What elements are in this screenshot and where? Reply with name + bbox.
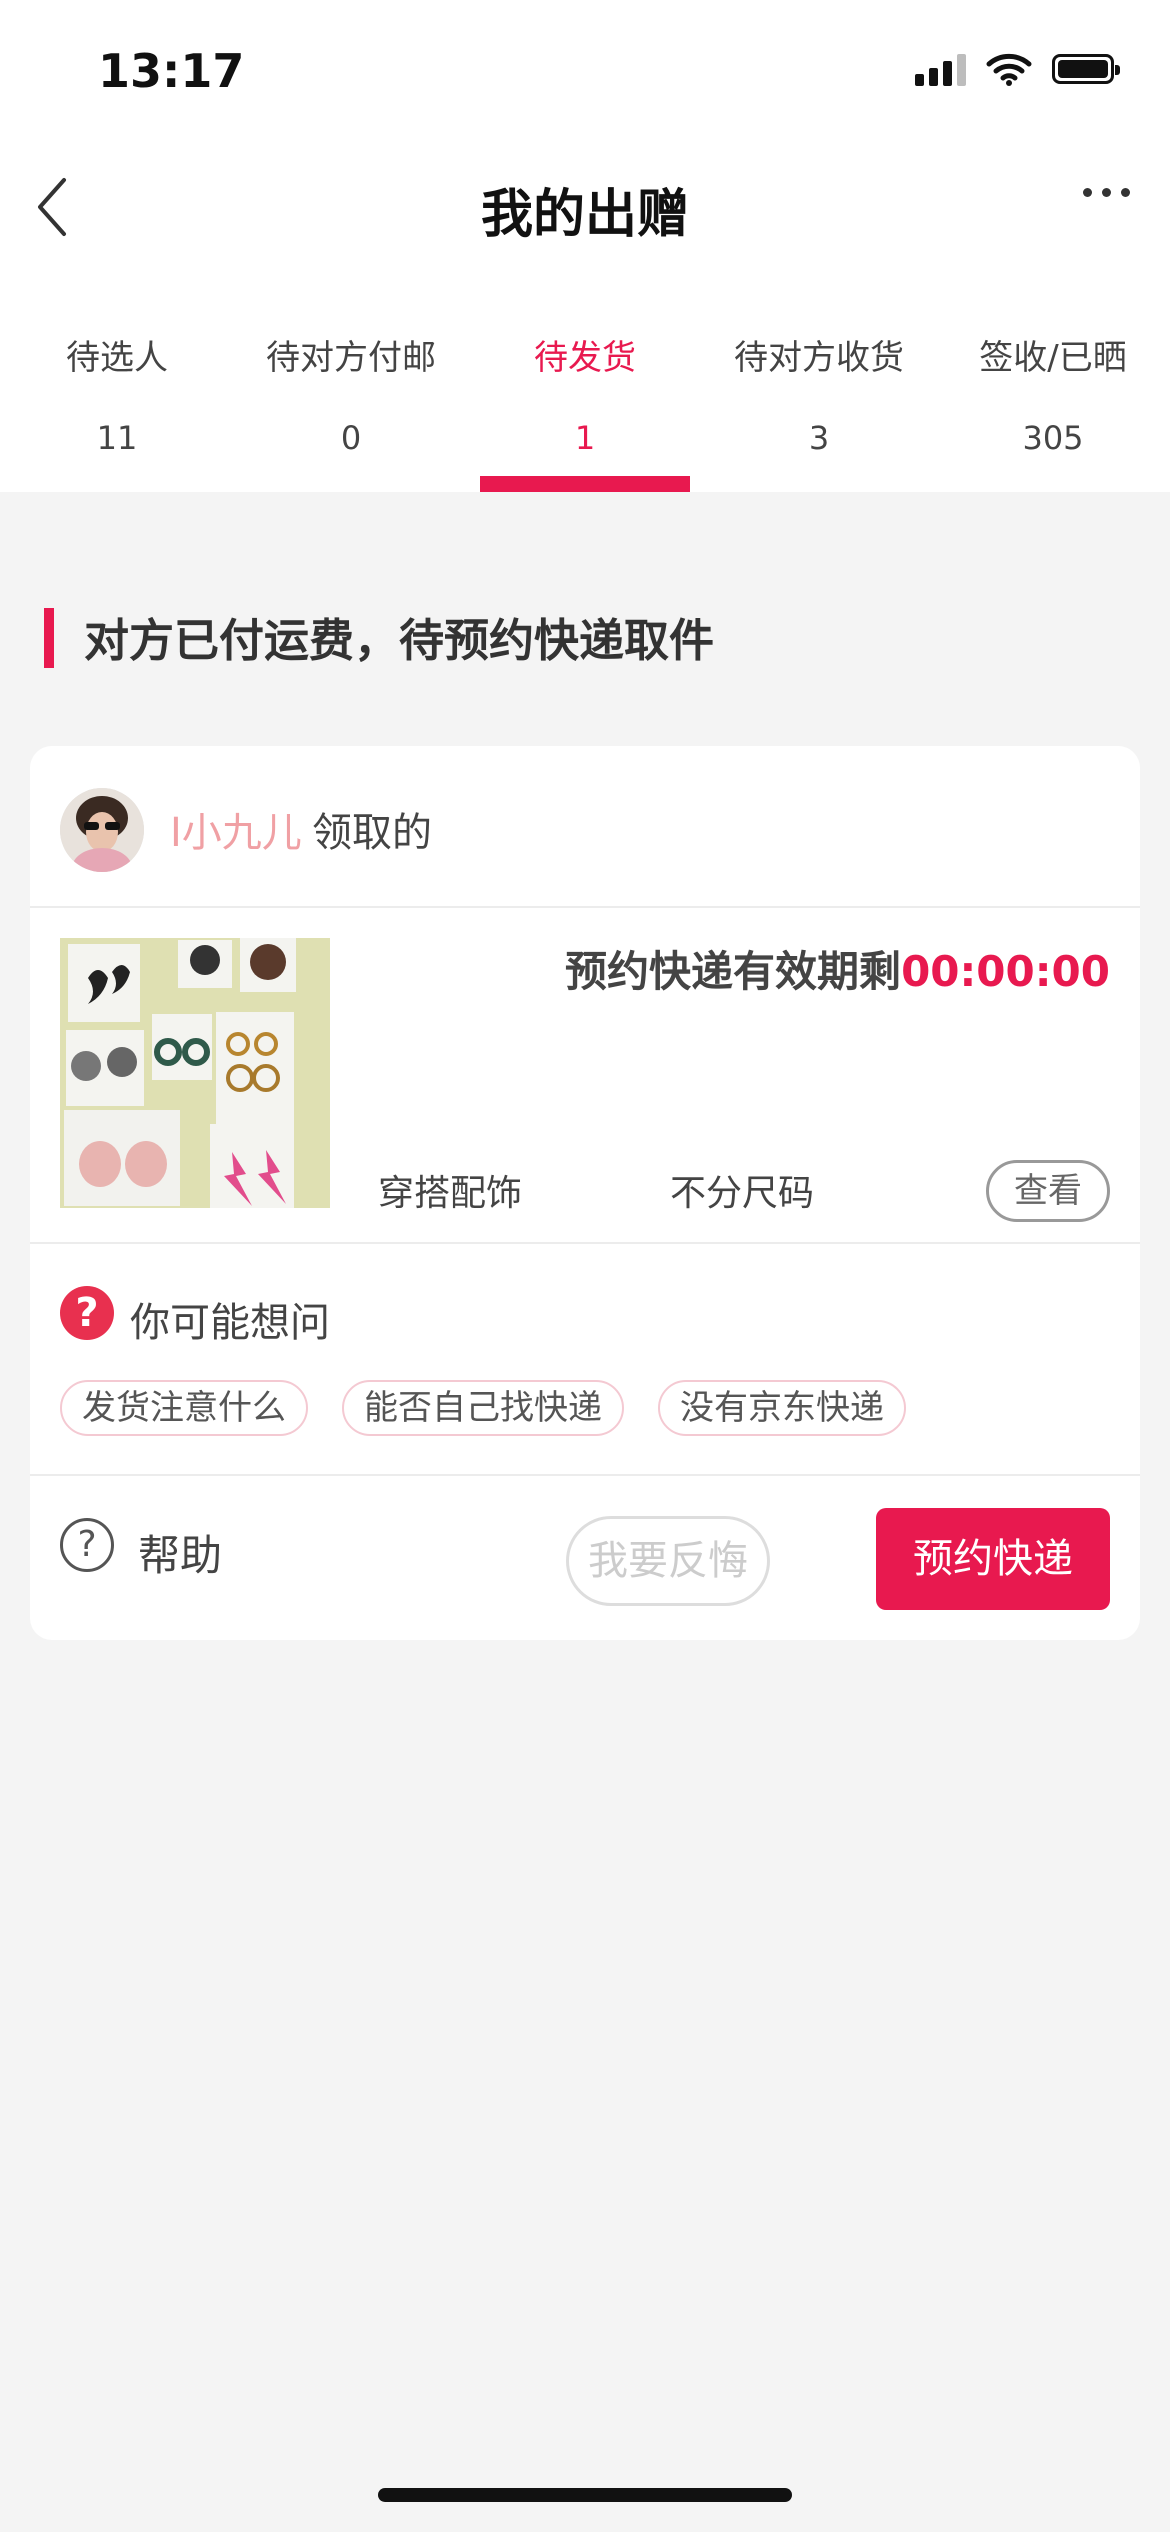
tab-label: 签收/已晒 <box>979 338 1127 378</box>
book-courier-button[interactable]: 预约快递 <box>876 1508 1110 1610</box>
faq-chips: 发货注意什么 能否自己找快递 没有京东快递 <box>60 1380 906 1436</box>
help-button[interactable]: 帮助 <box>138 1522 222 1583</box>
page-title: 我的出赠 <box>480 185 689 245</box>
section-title: 对方已付运费，待预约快递取件 <box>84 614 715 667</box>
order-card: I小九儿 领取的 预约快递有效期剩00:00:00 穿搭配饰 不分尺码 查看 ?… <box>30 746 1140 1640</box>
cellular-signal-icon <box>915 52 966 86</box>
battery-icon <box>1052 54 1120 84</box>
divider <box>30 1474 1140 1476</box>
home-indicator[interactable] <box>378 2488 792 2502</box>
item-size: 不分尺码 <box>670 1173 815 1214</box>
tab-pending-selection[interactable]: 待选人 11 <box>0 320 234 492</box>
faq-chip[interactable]: 发货注意什么 <box>60 1380 308 1436</box>
wifi-icon <box>986 53 1032 86</box>
item-thumbnail[interactable] <box>60 938 330 1208</box>
view-button[interactable]: 查看 <box>986 1160 1110 1222</box>
tab-count: 1 <box>574 419 596 457</box>
tab-label: 待发货 <box>534 338 636 378</box>
section-accent-bar <box>44 608 54 668</box>
tab-count: 305 <box>1022 419 1084 457</box>
more-options-icon[interactable] <box>1083 188 1130 197</box>
pickup-deadline: 预约快递有效期剩00:00:00 <box>565 938 1110 999</box>
divider <box>30 1242 1140 1244</box>
avatar[interactable] <box>60 788 144 872</box>
item-category: 穿搭配饰 <box>378 1173 523 1214</box>
divider <box>30 906 1140 908</box>
deadline-label: 预约快递有效期剩 <box>565 947 902 996</box>
status-tabs: 待选人 11 待对方付邮 0 待发货 1 待对方收货 3 签收/已晒 305 <box>0 320 1170 492</box>
tab-label: 待选人 <box>66 338 168 378</box>
tab-pending-receipt[interactable]: 待对方收货 3 <box>702 320 936 492</box>
question-icon: ? <box>60 1286 114 1340</box>
regret-button[interactable]: 我要反悔 <box>566 1516 770 1606</box>
faq-chip[interactable]: 没有京东快递 <box>658 1380 906 1436</box>
status-time: 13:17 <box>98 44 245 98</box>
status-icons <box>915 52 1120 86</box>
tab-label: 待对方付邮 <box>266 338 436 378</box>
tab-pending-shipment[interactable]: 待发货 1 <box>468 320 702 492</box>
username[interactable]: I小九儿 <box>170 800 302 858</box>
tab-received-shared[interactable]: 签收/已晒 305 <box>936 320 1170 492</box>
claimed-label: 领取的 <box>312 810 432 856</box>
tab-label: 待对方收货 <box>734 338 904 378</box>
faq-chip[interactable]: 能否自己找快递 <box>342 1380 624 1436</box>
tab-count: 0 <box>340 419 362 457</box>
help-icon[interactable]: ? <box>60 1518 114 1572</box>
tab-pending-postage[interactable]: 待对方付邮 0 <box>234 320 468 492</box>
tab-count: 3 <box>808 419 830 457</box>
tab-count: 11 <box>96 419 138 457</box>
deadline-countdown: 00:00:00 <box>901 947 1110 996</box>
faq-title: 你可能想问 <box>130 1300 330 1346</box>
